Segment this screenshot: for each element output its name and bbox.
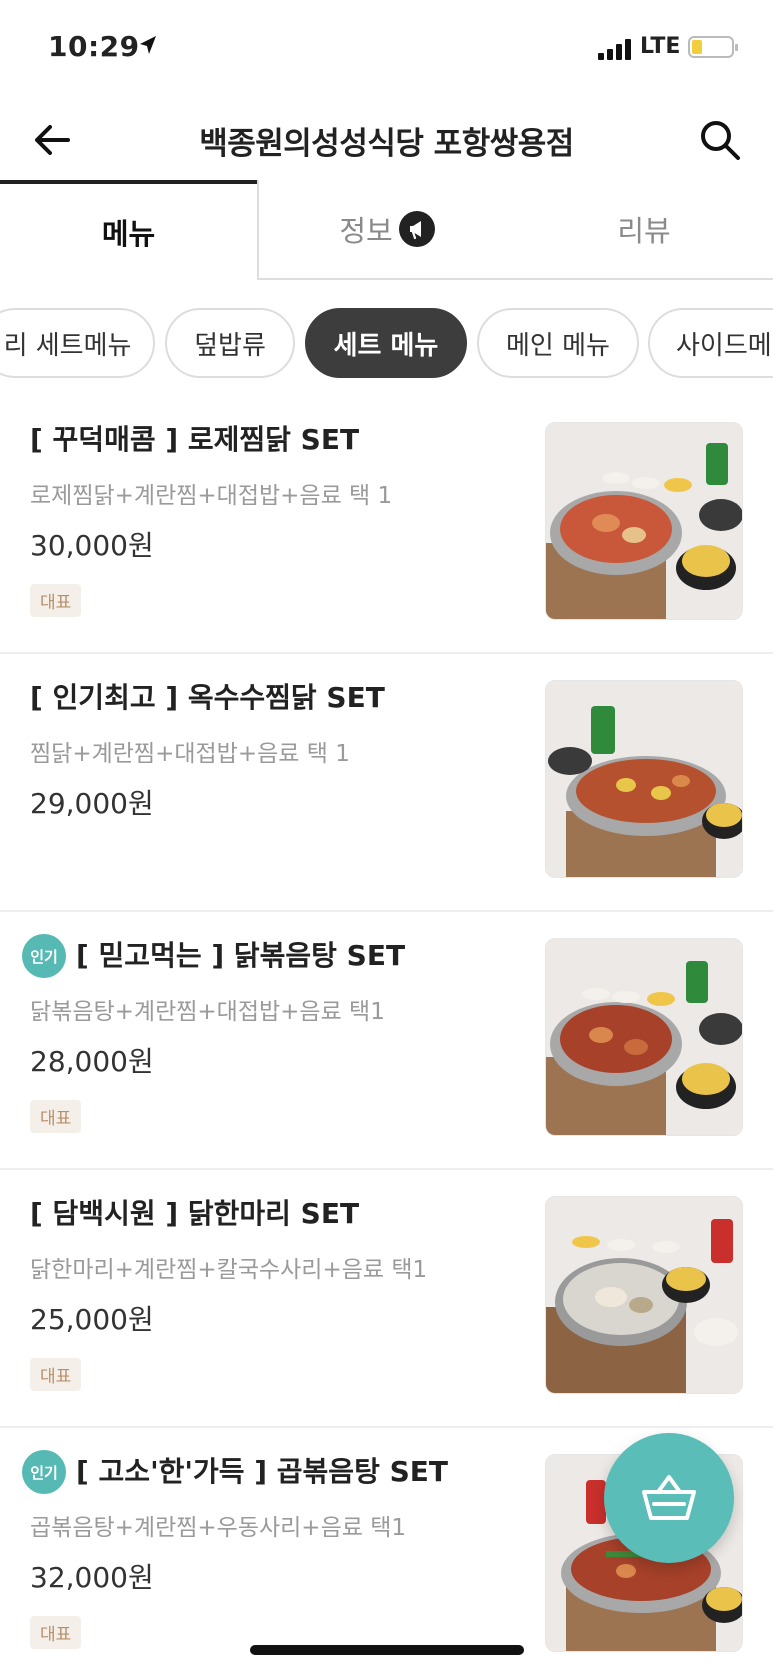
chip-category[interactable]: 사이드메 xyxy=(648,308,773,378)
popular-badge: 인기 xyxy=(22,1450,66,1494)
popular-badge: 인기 xyxy=(22,934,66,978)
menu-item[interactable]: [ 인기최고 ] 옥수수찜닭 SET 찜닭+계란찜+대접밥+음료 택 1 29,… xyxy=(0,654,773,912)
status-bar: 10:29 LTE xyxy=(0,0,773,100)
signature-tag: 대표 xyxy=(30,1100,82,1133)
tab-menu[interactable]: 메뉴 xyxy=(0,180,257,280)
menu-item-price: 30,000원 xyxy=(30,529,154,562)
menu-item-price: 32,000원 xyxy=(30,1561,154,1594)
menu-item-photo xyxy=(545,680,743,878)
category-chips: 리 세트메뉴 덮밥류 세트 메뉴 메인 메뉴 사이드메 xyxy=(0,308,773,380)
cart-button[interactable] xyxy=(604,1433,734,1563)
menu-item-name: [ 담백시원 ] 닭한마리 SET xyxy=(30,1197,360,1230)
megaphone-icon xyxy=(398,211,435,247)
signature-tag: 대표 xyxy=(30,1616,82,1649)
menu-item-name: [ 믿고먹는 ] 닭볶음탕 SET xyxy=(76,939,406,972)
chip-category[interactable]: 리 세트메뉴 xyxy=(0,308,155,378)
tab-review[interactable]: 리뷰 xyxy=(515,180,773,280)
menu-item-desc: 곱볶음탕+계란찜+우동사리+음료 택1 xyxy=(30,1515,406,1541)
store-title: 백종원의성성식당 포항쌍용점 xyxy=(199,126,574,162)
network-label: LTE xyxy=(640,34,681,59)
menu-item-photo xyxy=(545,938,743,1136)
menu-item-photo xyxy=(545,422,743,620)
signature-tag: 대표 xyxy=(30,1358,82,1391)
chip-label: 덮밥류 xyxy=(194,330,266,361)
signature-tag: 대표 xyxy=(30,584,82,617)
menu-item[interactable]: [ 담백시원 ] 닭한마리 SET 닭한마리+계란찜+칼국수사리+음료 택1 2… xyxy=(0,1170,773,1428)
chip-label: 세트 메뉴 xyxy=(333,330,439,361)
menu-item-price: 28,000원 xyxy=(30,1045,154,1078)
location-arrow-icon xyxy=(140,36,156,54)
chip-category[interactable]: 메인 메뉴 xyxy=(477,308,639,378)
menu-item-photo xyxy=(545,1196,743,1394)
chip-label: 사이드메 xyxy=(676,330,772,361)
tab-review-label: 리뷰 xyxy=(617,214,671,248)
chip-label: 리 세트메뉴 xyxy=(3,330,132,361)
basket-icon xyxy=(642,1475,696,1520)
chip-category-active[interactable]: 세트 메뉴 xyxy=(305,308,467,378)
signal-icon xyxy=(598,39,631,60)
store-tabs: 메뉴 정보 리뷰 xyxy=(0,180,773,280)
menu-item-name: [ 인기최고 ] 옥수수찜닭 SET xyxy=(30,681,385,714)
tab-menu-label: 메뉴 xyxy=(101,217,156,251)
menu-item[interactable]: [ 꾸덕매콤 ] 로제찜닭 SET 로제찜닭+계란찜+대접밥+음료 택 1 30… xyxy=(0,396,773,654)
status-time: 10:29 xyxy=(48,30,140,63)
search-icon[interactable] xyxy=(696,116,744,164)
chip-category[interactable]: 덮밥류 xyxy=(165,308,295,378)
menu-item-desc: 닭한마리+계란찜+칼국수사리+음료 택1 xyxy=(30,1257,428,1283)
menu-item-desc: 닭볶음탕+계란찜+대접밥+음료 택1 xyxy=(30,999,385,1025)
menu-item[interactable]: 인기 [ 믿고먹는 ] 닭볶음탕 SET 닭볶음탕+계란찜+대접밥+음료 택1 … xyxy=(0,912,773,1170)
menu-item-desc: 찜닭+계란찜+대접밥+음료 택 1 xyxy=(30,741,350,767)
menu-item-desc: 로제찜닭+계란찜+대접밥+음료 택 1 xyxy=(30,483,393,509)
home-indicator xyxy=(250,1645,524,1655)
tab-info-label: 정보 xyxy=(339,214,393,248)
menu-item-name: [ 꾸덕매콤 ] 로제찜닭 SET xyxy=(30,423,360,456)
battery-icon xyxy=(688,36,738,58)
menu-item-name: [ 고소'한'가득 ] 곱볶음탕 SET xyxy=(76,1455,448,1488)
menu-item-price: 29,000원 xyxy=(30,787,154,820)
top-app-bar: 백종원의성성식당 포항쌍용점 xyxy=(0,100,773,180)
chip-label: 메인 메뉴 xyxy=(506,330,610,361)
menu-item-price: 25,000원 xyxy=(30,1303,154,1336)
tab-info[interactable]: 정보 xyxy=(257,180,515,280)
